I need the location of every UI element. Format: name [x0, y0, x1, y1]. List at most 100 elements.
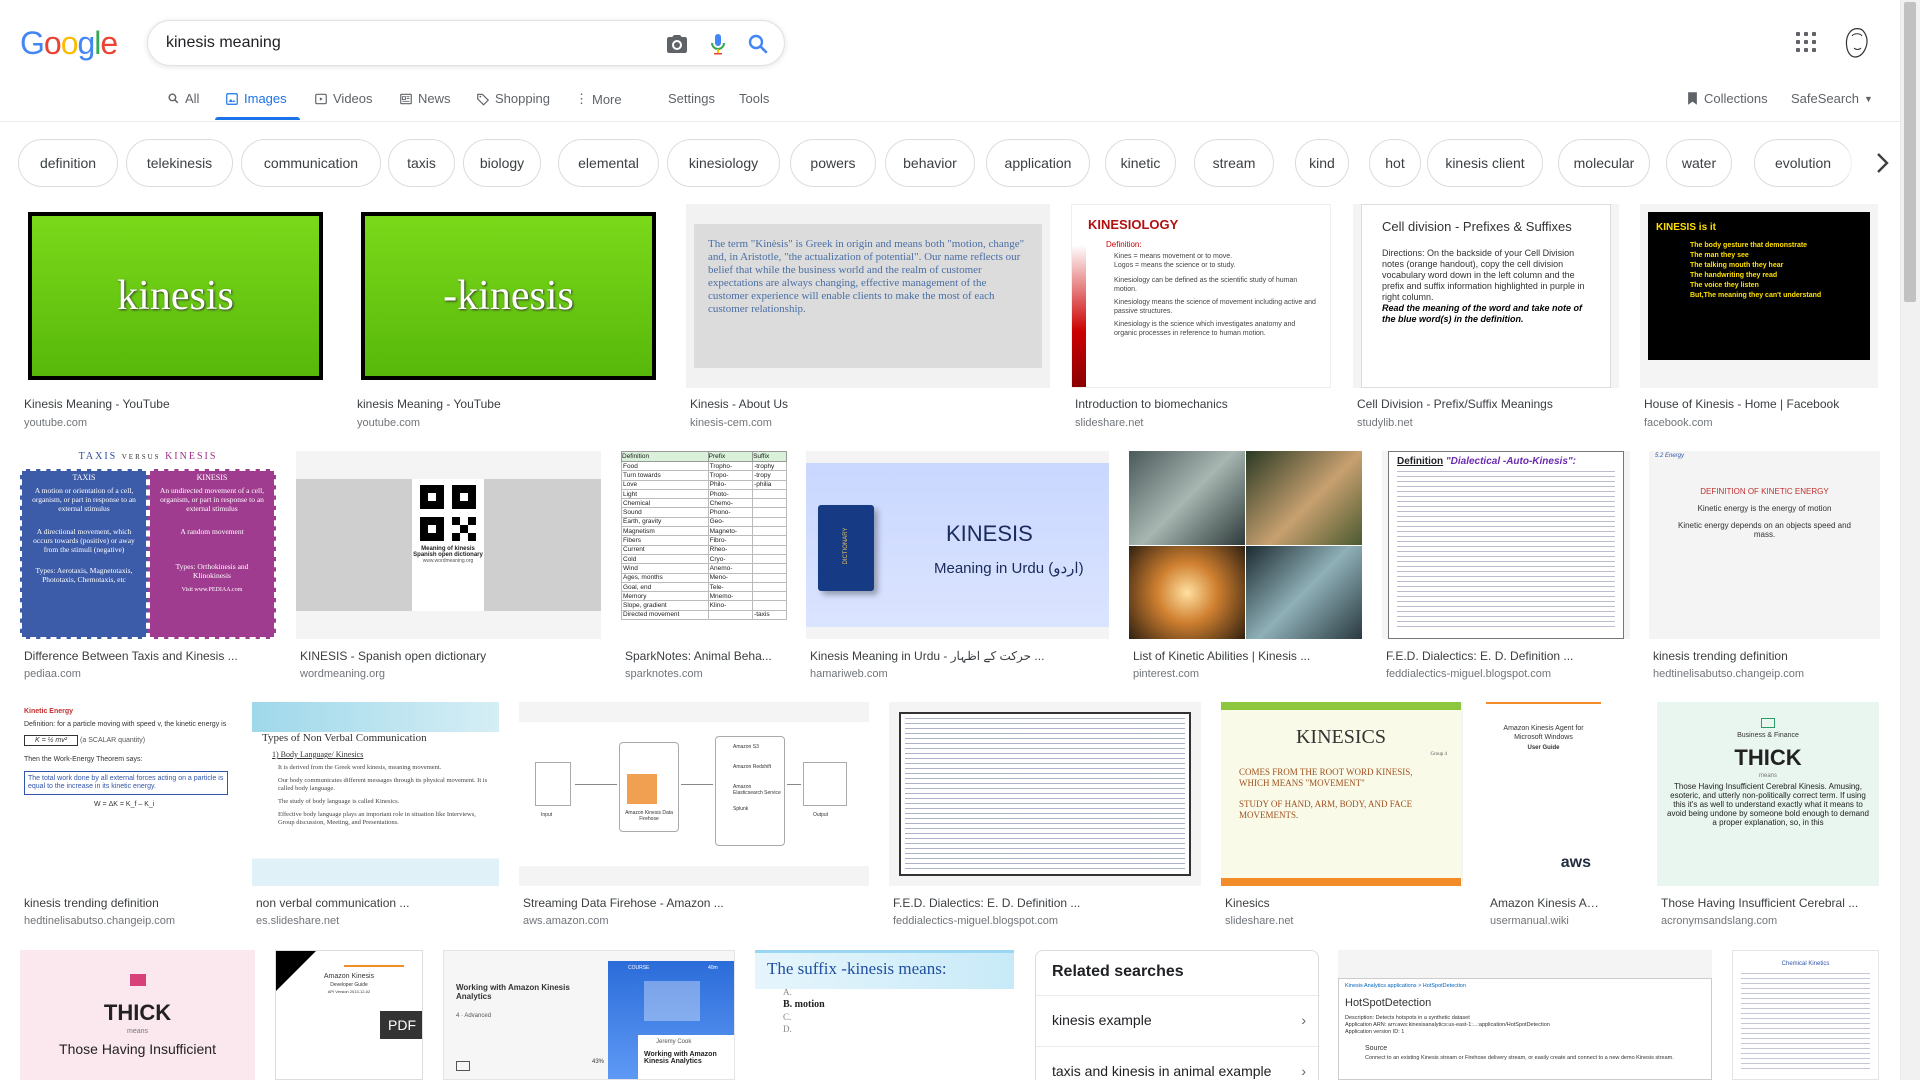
tab-images[interactable]: Images: [225, 91, 287, 106]
chip[interactable]: communication: [241, 139, 381, 187]
chip[interactable]: molecular: [1558, 139, 1650, 187]
image-result[interactable]: List of Kinetic Abilities | Kinesis ... …: [1129, 451, 1362, 683]
table-row: Light Photo-: [621, 488, 787, 500]
chip[interactable]: kinesis client: [1427, 139, 1543, 187]
google-logo[interactable]: Google: [20, 25, 118, 62]
image-result[interactable]: Amazon Kinesis Developer Guide API Versi…: [275, 950, 423, 1080]
table-cell: [752, 498, 787, 509]
result-title: List of Kinetic Abilities | Kinesis ...: [1133, 649, 1311, 663]
result-source: hedtinelisabutso.changeip.com: [1653, 668, 1805, 680]
result-title: Kinesis - About Us: [690, 397, 789, 411]
table-row: Cold Cryo-: [621, 553, 787, 565]
chip[interactable]: water: [1666, 139, 1732, 187]
result-source: hedtinelisabutso.changeip.com: [24, 915, 176, 927]
table-row: Goal, end Tele-: [621, 581, 787, 593]
chip[interactable]: behavior: [885, 139, 975, 187]
image-result[interactable]: Cell division - Prefixes & Suffixes Dire…: [1353, 204, 1619, 434]
search-tabs: All Images Videos News Shopping ⋮ More S…: [0, 85, 1900, 121]
image-result[interactable]: Business & Finance THICK means Those Hav…: [1657, 702, 1879, 934]
image-result[interactable]: KINESICS Group 4 COMES FROM THE ROOT WOR…: [1221, 702, 1463, 934]
tab-more[interactable]: ⋮ More: [575, 91, 622, 107]
avatar[interactable]: [1842, 26, 1872, 60]
chip[interactable]: kinesiology: [667, 139, 780, 187]
collections-link[interactable]: Collections: [1686, 91, 1768, 106]
image-result[interactable]: DICTIONARY KINESIS Meaning in Urdu (اردو…: [806, 451, 1109, 683]
result-source: sparknotes.com: [625, 668, 703, 680]
chip[interactable]: telekinesis: [126, 139, 233, 187]
table-cell: [752, 563, 787, 574]
chip[interactable]: kind: [1295, 139, 1349, 187]
tools-link[interactable]: Tools: [739, 91, 769, 106]
image-result[interactable]: kinesis Kinesis Meaning - YouTube youtub…: [20, 204, 331, 434]
safesearch-dropdown[interactable]: SafeSearch ▼: [1791, 91, 1873, 106]
table-cell: Philo-: [707, 479, 754, 490]
table-row: Wind Anemo-: [621, 563, 787, 574]
apps-grid-icon[interactable]: [1796, 32, 1818, 54]
table-cell: Meno-: [707, 572, 754, 583]
result-source: slideshare.net: [1075, 417, 1144, 429]
chip[interactable]: powers: [790, 139, 876, 187]
image-result[interactable]: 5.2 Energy DEFINITION OF KINETIC ENERGY …: [1649, 451, 1880, 683]
image-result[interactable]: Chemical Kinetics: [1732, 950, 1879, 1080]
result-title: House of Kinesis - Home | Facebook: [1644, 397, 1840, 411]
result-thumbnail: Definition Prefix Suffix Food Tropho- -troph…: [621, 451, 787, 639]
chip[interactable]: biology: [463, 139, 541, 187]
tab-all[interactable]: All: [167, 91, 199, 106]
table-cell: [707, 609, 754, 621]
image-result[interactable]: Types of Non Verbal Communication 1) Bod…: [252, 702, 499, 934]
table-cell: [752, 581, 787, 593]
result-thumbnail: Kinesis Analytics applications > HotSpot…: [1338, 950, 1712, 1080]
tab-videos[interactable]: Videos: [314, 91, 373, 106]
chip[interactable]: hot: [1369, 139, 1421, 187]
result-title: Streaming Data Firehose - Amazon ...: [523, 896, 724, 910]
image-result[interactable]: Input Amazon Kinesis Data Firehose Amazo…: [519, 702, 869, 934]
related-search-item[interactable]: taxis and kinesis in animal example ›: [1036, 1046, 1320, 1080]
image-result[interactable]: Definition Prefix Suffix Food Tropho- -troph…: [621, 451, 787, 683]
table-cell: Fibers: [621, 535, 709, 546]
image-result[interactable]: The suffix -kinesis means: A. B. motion …: [755, 950, 1014, 1080]
image-result[interactable]: Working with Amazon Kinesis Analytics 4 …: [443, 950, 735, 1080]
chip[interactable]: definition: [18, 139, 118, 187]
result-title: Difference Between Taxis and Kinesis ...: [24, 649, 238, 663]
table-cell: [752, 516, 787, 528]
image-result[interactable]: Definition "Dialectical -Auto-Kinesis": …: [1382, 451, 1630, 683]
microphone-icon[interactable]: [706, 32, 730, 56]
scrollbar-thumb[interactable]: [1904, 2, 1916, 302]
image-result[interactable]: TAXIS VERSUS KINESIS TAXIS A motion or o…: [20, 451, 276, 683]
result-thumbnail: Working with Amazon Kinesis Analytics 4 …: [443, 950, 735, 1080]
chip[interactable]: taxis: [388, 139, 455, 187]
image-result[interactable]: KINESIOLOGY Definition: Kines = means mo…: [1071, 204, 1331, 434]
image-result[interactable]: F.E.D. Dialectics: E. D. Definition ... …: [889, 702, 1201, 934]
chip[interactable]: kinetic: [1105, 139, 1176, 187]
table-cell: [752, 488, 787, 500]
image-result[interactable]: -kinesis kinesis Meaning - YouTube youtu…: [353, 204, 664, 434]
chip[interactable]: evolution: [1754, 139, 1852, 187]
image-result[interactable]: Meaning of kinesis Spanish open dictiona…: [296, 451, 601, 683]
camera-icon[interactable]: [665, 32, 689, 56]
result-thumbnail: KINESICS Group 4 COMES FROM THE ROOT WOR…: [1221, 702, 1463, 886]
table-cell: Anemo-: [707, 563, 754, 574]
search-input[interactable]: [166, 31, 646, 55]
result-title: Cell Division - Prefix/Suffix Meanings: [1357, 397, 1553, 411]
image-result[interactable]: Kinesis Analytics applications > HotSpot…: [1338, 950, 1712, 1080]
chip[interactable]: elemental: [558, 139, 659, 187]
table-cell: Current: [621, 544, 709, 555]
settings-link[interactable]: Settings: [668, 91, 715, 106]
table-cell: [752, 591, 787, 602]
table-row: Sound Phono-: [621, 507, 787, 518]
tab-news[interactable]: News: [399, 91, 451, 106]
table-row: Ages, months Meno-: [621, 572, 787, 583]
tab-shopping[interactable]: Shopping: [476, 91, 550, 106]
related-search-item[interactable]: kinesis example ›: [1036, 995, 1320, 1043]
image-result[interactable]: KINESIS is it The body gesture that demo…: [1640, 204, 1878, 434]
search-icon[interactable]: [746, 32, 770, 56]
chip[interactable]: stream: [1194, 139, 1274, 187]
result-title: Kinesics: [1225, 896, 1270, 910]
chips-next-button[interactable]: [1858, 138, 1902, 188]
table-row: Magnetism Magneto-: [621, 526, 787, 537]
image-result[interactable]: THICK means Those Having Insufficient: [20, 950, 255, 1080]
image-result[interactable]: Amazon Kinesis Agent for Microsoft Windo…: [1486, 702, 1602, 934]
image-result[interactable]: Kinetic Energy Definition: for a particl…: [20, 702, 232, 934]
image-result[interactable]: The term "Kinèsis" is Greek in origin an…: [686, 204, 1050, 434]
chip[interactable]: application: [986, 139, 1090, 187]
